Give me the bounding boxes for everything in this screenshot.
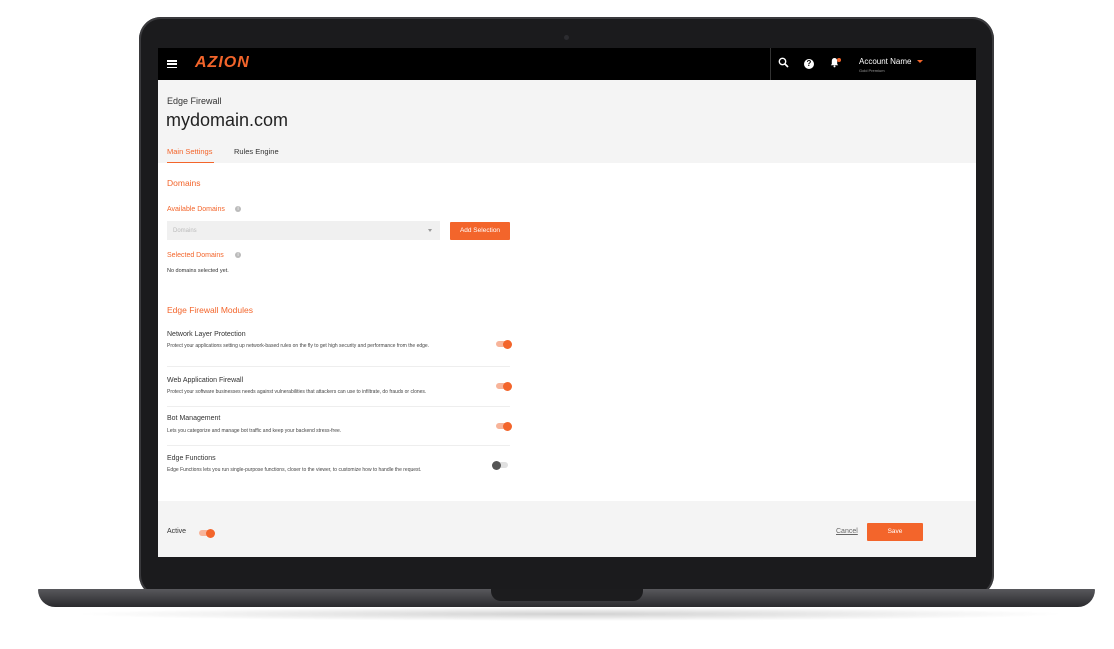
main-content: Domains Available Domains i Domains Add … — [158, 163, 976, 501]
active-label: Active — [167, 528, 187, 535]
menu-icon[interactable] — [167, 60, 177, 69]
chevron-down-icon — [428, 229, 432, 232]
account-plan: Gold Premium — [859, 68, 885, 73]
modules-heading: Edge Firewall Modules — [167, 305, 253, 315]
selected-domains-label: Selected Domains — [167, 252, 224, 259]
divider — [167, 406, 510, 407]
web-application-firewall-toggle[interactable] — [496, 381, 512, 391]
module-title: Web Application Firewall — [167, 377, 244, 384]
tab-main-settings[interactable]: Main Settings — [167, 147, 212, 156]
module-description: Protect your applications setting up net… — [167, 343, 430, 349]
divider — [167, 445, 510, 446]
module-description: Protect your software businesses needs a… — [167, 389, 427, 395]
app-screen: AZION ? Account Name Gold Premium Edge F… — [158, 48, 976, 557]
domains-heading: Domains — [167, 178, 201, 188]
module-title: Bot Management — [167, 415, 221, 422]
search-icon[interactable] — [778, 57, 789, 72]
topbar-divider — [770, 48, 771, 80]
bot-management-toggle[interactable] — [496, 421, 512, 431]
module-description: Lets you categorize and manage bot traff… — [167, 428, 342, 434]
domains-select[interactable]: Domains — [167, 221, 440, 240]
top-navigation-bar: AZION ? Account Name Gold Premium — [158, 48, 976, 80]
chevron-down-icon[interactable] — [917, 60, 923, 63]
module-title: Network Layer Protection — [167, 331, 246, 338]
page-title: mydomain.com — [166, 110, 289, 130]
form-footer: Active Cancel Save — [158, 501, 976, 557]
cancel-button[interactable]: Cancel — [836, 528, 858, 535]
no-domains-text: No domains selected yet. — [167, 268, 229, 274]
add-selection-button[interactable]: Add Selection — [450, 222, 510, 240]
info-icon[interactable]: i — [235, 206, 241, 212]
laptop-notch — [491, 589, 643, 601]
available-domains-label: Available Domains — [167, 206, 225, 213]
tab-rules-engine[interactable]: Rules Engine — [234, 147, 279, 156]
active-toggle[interactable] — [199, 528, 215, 538]
laptop-shadow — [70, 607, 1070, 621]
network-layer-protection-toggle[interactable] — [496, 339, 512, 349]
account-name[interactable]: Account Name — [859, 57, 911, 66]
module-title: Edge Functions — [167, 455, 216, 462]
module-description: Edge Functions lets you run single-purpo… — [167, 467, 422, 473]
azion-logo[interactable]: AZION — [195, 54, 250, 72]
divider — [167, 366, 510, 367]
info-icon[interactable]: i — [235, 252, 241, 258]
camera-dot — [564, 35, 569, 40]
domains-select-placeholder: Domains — [173, 228, 197, 234]
edge-functions-toggle[interactable] — [492, 460, 508, 470]
help-icon[interactable]: ? — [804, 59, 814, 69]
notification-badge — [837, 58, 841, 62]
section-label: Edge Firewall — [167, 96, 222, 106]
save-button[interactable]: Save — [867, 523, 923, 541]
